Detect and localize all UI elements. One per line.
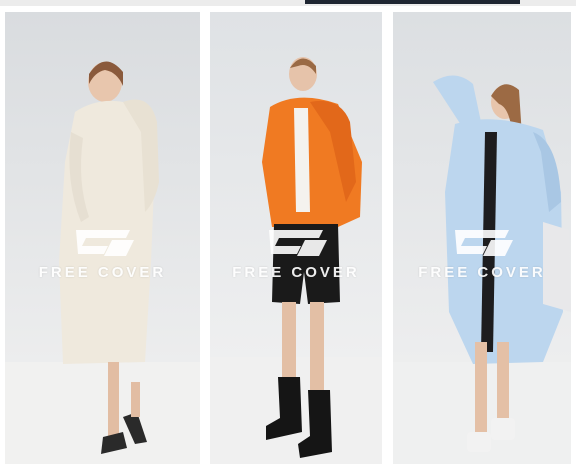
brand-logo-icon bbox=[269, 230, 327, 256]
brand-watermark: FREE COVER bbox=[393, 226, 571, 281]
brand-watermark: FREE COVER bbox=[210, 226, 382, 281]
product-photo-blue-coat[interactable]: FREE COVER bbox=[393, 12, 571, 464]
brand-logo-icon bbox=[455, 230, 513, 256]
brand-wordmark: FREE COVER bbox=[38, 264, 167, 281]
brand-wordmark: FREE COVER bbox=[232, 264, 360, 281]
brand-wordmark: FREE COVER bbox=[418, 264, 546, 281]
brand-watermark: FREE COVER bbox=[5, 226, 200, 281]
brand-logo-icon bbox=[75, 230, 134, 256]
product-photo-orange-jacket[interactable]: FREE COVER bbox=[210, 12, 382, 464]
product-photo-cream-coat[interactable]: FREE COVER bbox=[5, 12, 200, 464]
previous-row-dark-image bbox=[305, 0, 520, 4]
previous-row-strip bbox=[0, 0, 576, 6]
